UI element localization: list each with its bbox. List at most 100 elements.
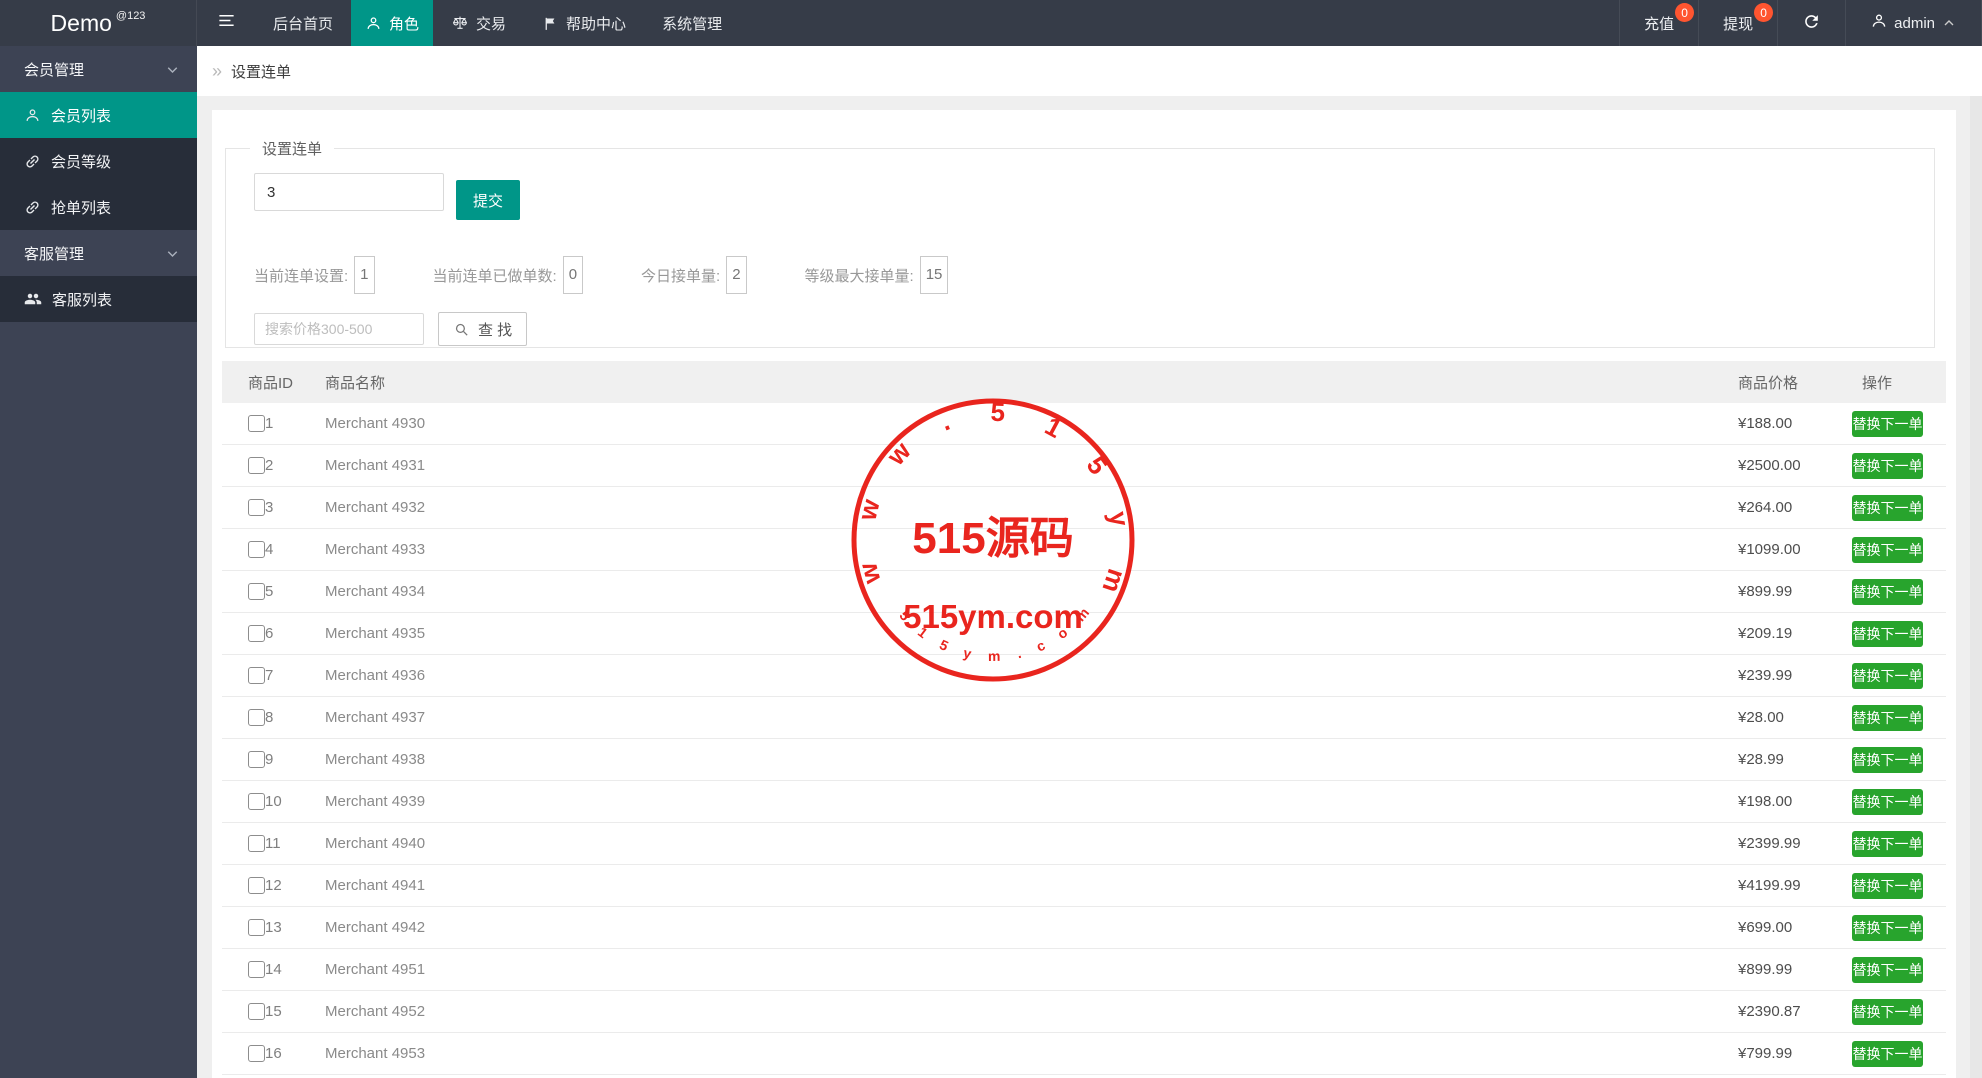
- row-checkbox[interactable]: [248, 457, 265, 474]
- replace-next-order-button[interactable]: 替换下一单: [1852, 705, 1923, 731]
- recharge-nav-item[interactable]: 充值 0: [1619, 0, 1698, 46]
- search-button[interactable]: 查 找: [438, 312, 527, 346]
- row-checkbox[interactable]: [248, 415, 265, 432]
- row-checkbox[interactable]: [248, 583, 265, 600]
- search-icon: [453, 321, 470, 338]
- replace-next-order-button[interactable]: 替换下一单: [1852, 663, 1923, 689]
- stat-label: 等级最大接单量:: [805, 265, 914, 286]
- scales-icon: [451, 14, 469, 32]
- row-checkbox[interactable]: [248, 1003, 265, 1020]
- search-row: 查 找: [254, 312, 1934, 346]
- replace-next-order-button[interactable]: 替换下一单: [1852, 495, 1923, 521]
- refresh-button[interactable]: [1777, 0, 1845, 46]
- product-id-cell: 5: [248, 583, 325, 600]
- breadcrumb: » 设置连单: [197, 46, 1982, 96]
- page-scrollbar[interactable]: [1970, 96, 1982, 1078]
- row-checkbox[interactable]: [248, 499, 265, 516]
- sidebar-toggle-button[interactable]: [197, 0, 255, 46]
- action-cell: 替换下一单: [1852, 453, 1946, 479]
- submit-button[interactable]: 提交: [456, 180, 520, 220]
- nav-item-帮助中心[interactable]: 帮助中心: [524, 0, 644, 46]
- row-checkbox[interactable]: [248, 751, 265, 768]
- sidebar-item-客服列表[interactable]: 客服列表: [0, 276, 197, 322]
- replace-next-order-button[interactable]: 替换下一单: [1852, 873, 1923, 899]
- product-name: Merchant 4941: [325, 877, 1738, 894]
- row-checkbox[interactable]: [248, 667, 265, 684]
- hamburger-icon: [217, 11, 236, 35]
- row-checkbox[interactable]: [248, 541, 265, 558]
- product-price: ¥239.99: [1738, 667, 1852, 684]
- replace-next-order-button[interactable]: 替换下一单: [1852, 747, 1923, 773]
- table-row: 12Merchant 4941¥4199.99替换下一单: [222, 865, 1946, 907]
- replace-next-order-button[interactable]: 替换下一单: [1852, 789, 1923, 815]
- sidebar-item-label: 客服列表: [52, 289, 112, 310]
- replace-next-order-button[interactable]: 替换下一单: [1852, 579, 1923, 605]
- product-name: Merchant 4952: [325, 1003, 1738, 1020]
- sidebar-item-会员列表[interactable]: 会员列表: [0, 92, 197, 138]
- sidebar-item-会员等级[interactable]: 会员等级: [0, 138, 197, 184]
- replace-next-order-button[interactable]: 替换下一单: [1852, 957, 1923, 983]
- chain-input-row: 提交: [254, 173, 1934, 220]
- navbar-right-group: 充值 0 提现 0 admin: [1619, 0, 1982, 46]
- sidebar-group-客服管理[interactable]: 客服管理: [0, 230, 197, 276]
- sidebar-item-label: 抢单列表: [51, 197, 111, 218]
- sidebar-item-label: 会员等级: [51, 151, 111, 172]
- nav-item-后台首页[interactable]: 后台首页: [255, 0, 351, 46]
- row-checkbox[interactable]: [248, 1045, 265, 1062]
- withdraw-badge: 0: [1754, 3, 1773, 22]
- nav-item-角色[interactable]: 角色: [351, 0, 433, 46]
- stat-item-3: 等级最大接单量:15: [805, 256, 949, 294]
- action-cell: 替换下一单: [1852, 411, 1946, 437]
- sidebar-item-抢单列表[interactable]: 抢单列表: [0, 184, 197, 230]
- replace-next-order-button[interactable]: 替换下一单: [1852, 537, 1923, 563]
- product-price: ¥4199.99: [1738, 877, 1852, 894]
- product-id: 14: [265, 961, 282, 978]
- row-checkbox[interactable]: [248, 625, 265, 642]
- product-id: 3: [265, 499, 273, 516]
- row-checkbox[interactable]: [248, 793, 265, 810]
- row-checkbox[interactable]: [248, 961, 265, 978]
- table-row: 8Merchant 4937¥28.00替换下一单: [222, 697, 1946, 739]
- product-price: ¥899.99: [1738, 583, 1852, 600]
- product-name: Merchant 4932: [325, 499, 1738, 516]
- table-row: 5Merchant 4934¥899.99替换下一单: [222, 571, 1946, 613]
- refresh-icon: [1802, 12, 1821, 35]
- replace-next-order-button[interactable]: 替换下一单: [1852, 1041, 1923, 1067]
- replace-next-order-button[interactable]: 替换下一单: [1852, 915, 1923, 941]
- price-search-input[interactable]: [254, 313, 424, 345]
- table-row: 10Merchant 4939¥198.00替换下一单: [222, 781, 1946, 823]
- product-name: Merchant 4934: [325, 583, 1738, 600]
- row-checkbox[interactable]: [248, 835, 265, 852]
- product-id: 8: [265, 709, 273, 726]
- nav-item-系统管理[interactable]: 系统管理: [644, 0, 740, 46]
- page-title: 设置连单: [231, 61, 291, 82]
- replace-next-order-button[interactable]: 替换下一单: [1852, 411, 1923, 437]
- nav-item-label: 后台首页: [273, 13, 333, 34]
- table-body: 1Merchant 4930¥188.00替换下一单2Merchant 4931…: [222, 403, 1946, 1075]
- action-cell: 替换下一单: [1852, 873, 1946, 899]
- product-name: Merchant 4942: [325, 919, 1738, 936]
- product-name: Merchant 4951: [325, 961, 1738, 978]
- replace-next-order-button[interactable]: 替换下一单: [1852, 999, 1923, 1025]
- row-checkbox[interactable]: [248, 919, 265, 936]
- action-cell: 替换下一单: [1852, 705, 1946, 731]
- product-id-cell: 14: [248, 961, 325, 978]
- chain-count-input[interactable]: [254, 173, 444, 211]
- recharge-label: 充值: [1644, 13, 1674, 34]
- nav-item-label: 帮助中心: [566, 13, 626, 34]
- user-menu[interactable]: admin: [1845, 0, 1982, 46]
- sidebar-group-label: 客服管理: [24, 243, 84, 264]
- nav-item-交易[interactable]: 交易: [433, 0, 524, 46]
- replace-next-order-button[interactable]: 替换下一单: [1852, 621, 1923, 647]
- row-checkbox[interactable]: [248, 877, 265, 894]
- product-price: ¥899.99: [1738, 961, 1852, 978]
- stat-label: 当前连单已做单数:: [433, 265, 557, 286]
- replace-next-order-button[interactable]: 替换下一单: [1852, 453, 1923, 479]
- replace-next-order-button[interactable]: 替换下一单: [1852, 831, 1923, 857]
- product-price: ¥2399.99: [1738, 835, 1852, 852]
- action-cell: 替换下一单: [1852, 789, 1946, 815]
- sidebar-group-会员管理[interactable]: 会员管理: [0, 46, 197, 92]
- product-name: Merchant 4953: [325, 1045, 1738, 1062]
- withdraw-nav-item[interactable]: 提现 0: [1698, 0, 1777, 46]
- row-checkbox[interactable]: [248, 709, 265, 726]
